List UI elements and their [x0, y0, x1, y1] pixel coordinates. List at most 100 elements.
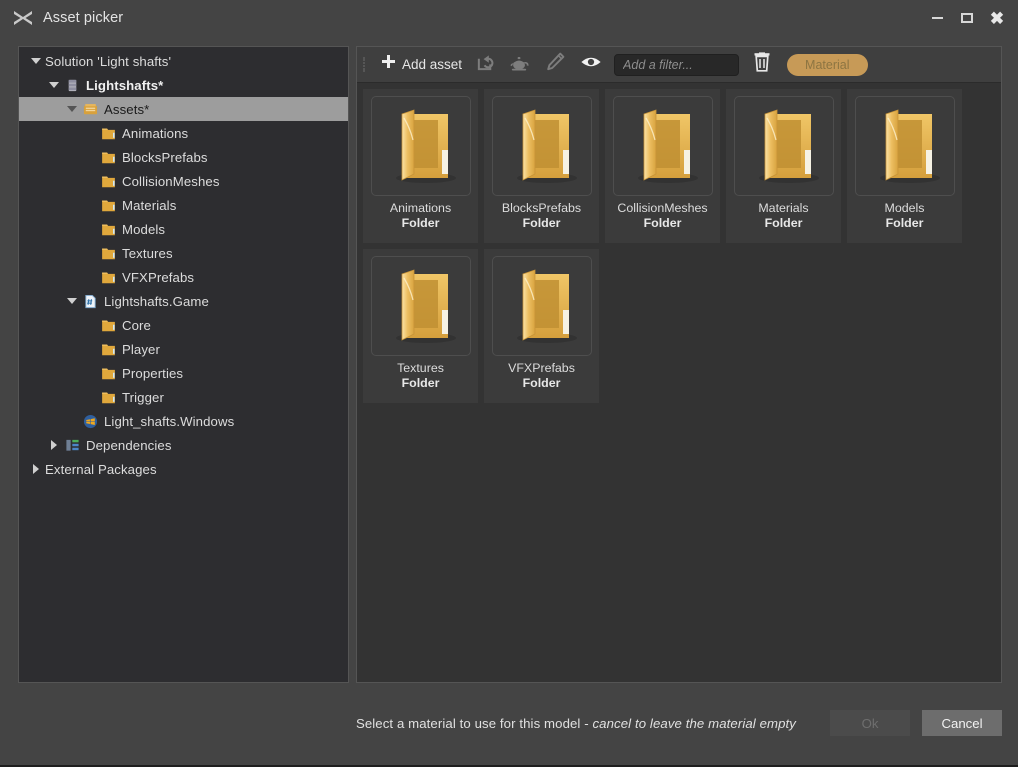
tree-item-lightshafts[interactable]: Lightshafts*: [19, 73, 348, 97]
tree-item-materials[interactable]: Materials: [19, 193, 348, 217]
search-input[interactable]: [614, 54, 739, 76]
maximize-button[interactable]: [952, 0, 982, 36]
asset-grid[interactable]: AnimationsFolderBlocksPrefabsFolderColli…: [357, 83, 1001, 682]
teapot-preview-button[interactable]: [503, 51, 536, 79]
tree-item-label: Lightshafts*: [86, 78, 163, 93]
tree-item-external-packages[interactable]: External Packages: [19, 457, 348, 481]
asset-tile-name: Textures: [397, 361, 444, 375]
tree-item-light-shafts-windows[interactable]: Light_shafts.Windows: [19, 409, 348, 433]
chevron-right-icon[interactable]: [45, 440, 63, 450]
folder-icon: [99, 342, 118, 357]
folder-icon: [371, 256, 471, 356]
chevron-down-icon[interactable]: [45, 82, 63, 88]
folder-icon: [99, 270, 118, 285]
asset-tile-type: Folder: [886, 216, 924, 230]
folder-icon: [734, 96, 834, 196]
tree-item-animations[interactable]: Animations: [19, 121, 348, 145]
window-title: Asset picker: [43, 10, 123, 26]
tree-item-dependencies[interactable]: Dependencies: [19, 433, 348, 457]
title-bar: Asset picker ✖: [0, 0, 1018, 36]
tree-item-label: Solution 'Light shafts': [45, 54, 171, 69]
tree-item-lightshafts-game[interactable]: Lightshafts.Game: [19, 289, 348, 313]
tree-item-label: Light_shafts.Windows: [104, 414, 234, 429]
folder-icon: [371, 96, 471, 196]
tree-item-label: Core: [122, 318, 151, 333]
asset-tile-name: Materials: [758, 201, 808, 215]
delete-asset-button[interactable]: [747, 51, 777, 79]
asset-tile[interactable]: AnimationsFolder: [363, 89, 478, 243]
csharp-project-icon: [81, 294, 100, 309]
add-asset-button[interactable]: Add asset: [374, 51, 468, 79]
package-icon: [63, 78, 82, 93]
tree-item-label: CollisionMeshes: [122, 174, 220, 189]
tree-item-vfxprefabs[interactable]: VFXPrefabs: [19, 265, 348, 289]
asset-tile-name: Animations: [390, 201, 451, 215]
rename-asset-button[interactable]: [538, 51, 572, 79]
tree-item-trigger[interactable]: Trigger: [19, 385, 348, 409]
restore-asset-button[interactable]: [470, 51, 501, 79]
tree-item-label: Textures: [122, 246, 173, 261]
folder-icon: [99, 150, 118, 165]
tree-item-models[interactable]: Models: [19, 217, 348, 241]
add-asset-label: Add asset: [402, 57, 462, 72]
tree-item-collisionmeshes[interactable]: CollisionMeshes: [19, 169, 348, 193]
folder-icon: [99, 318, 118, 333]
tree-item-textures[interactable]: Textures: [19, 241, 348, 265]
asset-tile-type: Folder: [644, 216, 682, 230]
toolbar-grip-icon: [363, 54, 369, 76]
folder-icon: [99, 126, 118, 141]
tree-item-label: Properties: [122, 366, 183, 381]
asset-tile[interactable]: TexturesFolder: [363, 249, 478, 403]
material-tag-chip[interactable]: Material: [787, 54, 867, 76]
tree-item-label: Materials: [122, 198, 176, 213]
visibility-button[interactable]: [574, 51, 608, 79]
asset-tile-type: Folder: [523, 376, 561, 390]
folder-icon: [855, 96, 955, 196]
cancel-button[interactable]: Cancel: [922, 710, 1002, 736]
footer-message-plain: Select a material to use for this model …: [356, 716, 593, 731]
asset-tile-name: VFXPrefabs: [508, 361, 575, 375]
footer-message: Select a material to use for this model …: [356, 716, 796, 731]
windows-platform-icon: [81, 414, 100, 429]
ok-button[interactable]: Ok: [830, 710, 910, 736]
tree-item-label: Lightshafts.Game: [104, 294, 209, 309]
folder-icon: [99, 366, 118, 381]
asset-tile-type: Folder: [402, 216, 440, 230]
asset-tile-type: Folder: [402, 376, 440, 390]
asset-tile[interactable]: ModelsFolder: [847, 89, 962, 243]
eye-icon: [580, 54, 602, 75]
tree-item-assets[interactable]: Assets*: [19, 97, 348, 121]
tree-item-blocksprefabs[interactable]: BlocksPrefabs: [19, 145, 348, 169]
tree-item-core[interactable]: Core: [19, 313, 348, 337]
folder-icon: [492, 256, 592, 356]
window-controls: ✖: [922, 0, 1018, 36]
plus-icon: [380, 54, 397, 76]
asset-tile[interactable]: MaterialsFolder: [726, 89, 841, 243]
asset-tile-name: BlocksPrefabs: [502, 201, 581, 215]
tree-item-properties[interactable]: Properties: [19, 361, 348, 385]
solution-tree-panel[interactable]: Solution 'Light shafts' Lightshafts* Asset…: [18, 46, 349, 683]
asset-tile[interactable]: BlocksPrefabsFolder: [484, 89, 599, 243]
assets-folder-icon: [81, 102, 100, 117]
asset-toolbar: Add asset: [357, 47, 1001, 83]
chevron-down-icon[interactable]: [27, 58, 45, 64]
minimize-button[interactable]: [922, 0, 952, 36]
asset-tile-name: CollisionMeshes: [617, 201, 707, 215]
chevron-down-icon[interactable]: [63, 106, 81, 112]
asset-tile-type: Folder: [765, 216, 803, 230]
chevron-down-icon[interactable]: [63, 298, 81, 304]
folder-icon: [613, 96, 713, 196]
asset-tile[interactable]: VFXPrefabsFolder: [484, 249, 599, 403]
asset-tile[interactable]: CollisionMeshesFolder: [605, 89, 720, 243]
tree-item-player[interactable]: Player: [19, 337, 348, 361]
folder-icon: [99, 174, 118, 189]
tree-item-label: VFXPrefabs: [122, 270, 194, 285]
tree-item-solution-light-shafts[interactable]: Solution 'Light shafts': [19, 49, 348, 73]
pencil-icon: [544, 51, 566, 78]
folder-icon: [99, 222, 118, 237]
folder-icon: [99, 246, 118, 261]
close-button[interactable]: ✖: [982, 0, 1012, 36]
trash-icon: [753, 52, 771, 77]
folder-icon: [99, 390, 118, 405]
chevron-right-icon[interactable]: [27, 464, 45, 474]
